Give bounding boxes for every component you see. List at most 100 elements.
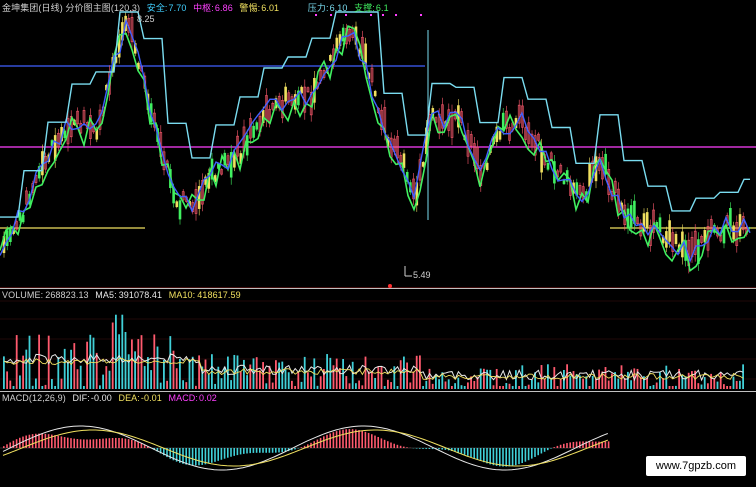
price-chart-panel[interactable]: 金坤集团(日线) 分价图主图(120,3) 安全:7.70 中枢:6.86 警惕… — [0, 0, 756, 288]
dif-value: -0.00 — [90, 393, 112, 403]
volume-bar — [31, 385, 34, 389]
volume-bar — [467, 382, 469, 389]
macd-histogram-bar — [275, 448, 277, 453]
macd-histogram-bar — [511, 448, 514, 466]
macd-histogram-bar — [76, 439, 79, 448]
price-chart[interactable] — [0, 0, 756, 288]
macd-histogram-bar — [326, 434, 328, 448]
volume-bar — [9, 380, 12, 389]
macd-histogram-bar — [268, 448, 271, 453]
macd-histogram-bar — [115, 437, 117, 448]
macd-histogram-bar — [460, 448, 463, 454]
volume-bar — [79, 365, 82, 389]
volume-bar — [729, 386, 732, 389]
volume-bar — [230, 380, 232, 389]
volume-bar — [713, 378, 716, 389]
volume-bar — [262, 362, 264, 389]
dif-label: DIF: — [72, 393, 90, 403]
volume-bar — [134, 351, 136, 389]
volume-value: 268823.13 — [45, 290, 89, 300]
volume-bar — [172, 350, 175, 389]
macd-histogram-bar — [505, 448, 507, 467]
high-price-label: 8.25 — [137, 14, 155, 24]
candle-body — [668, 220, 671, 242]
volume-bar — [659, 372, 661, 389]
volume-bar — [243, 359, 245, 389]
macd-histogram-bar — [57, 435, 59, 448]
dea-value: -0.01 — [140, 393, 162, 403]
volume-bar — [166, 380, 168, 389]
macd-indicator-header: MACD(12,26,9) DIF:-0.00 DEA:-0.01 MACD:0… — [2, 393, 221, 403]
volume-bar — [294, 386, 296, 389]
volume-bar — [726, 386, 728, 389]
macd-histogram-bar — [383, 439, 386, 448]
macd-histogram-bar — [89, 439, 91, 448]
volume-bar — [457, 377, 460, 389]
macd-histogram-bar — [335, 431, 338, 448]
volume-chart[interactable] — [0, 289, 756, 391]
volume-bar — [188, 359, 191, 389]
macd-chart-panel[interactable]: MACD(12,26,9) DIF:-0.00 DEA:-0.01 MACD:0… — [0, 392, 756, 487]
volume-bar — [399, 360, 402, 389]
volume-bar — [121, 314, 124, 389]
macd-histogram-bar — [374, 435, 376, 448]
volume-bar — [51, 379, 53, 389]
macd-histogram-bar — [102, 438, 104, 448]
candle-body — [284, 86, 287, 102]
macd-histogram-bar — [63, 437, 66, 448]
macd-value-label: MACD: — [168, 393, 198, 403]
candle-body — [364, 43, 367, 65]
candle-body — [674, 233, 678, 244]
volume-bar — [428, 368, 431, 389]
volume-bar — [502, 386, 504, 389]
candle-body — [245, 135, 249, 156]
macd-histogram-bar — [233, 448, 235, 456]
macd-histogram-bar — [591, 441, 594, 448]
volume-bar — [364, 356, 367, 389]
macd-histogram-bar — [278, 448, 280, 453]
ma10-label: MA10: — [168, 290, 196, 300]
volume-bar — [739, 380, 741, 389]
volume-bar — [742, 364, 744, 389]
safe-label: 安全: — [146, 3, 168, 13]
chart-title: 金坤集团(日线) 分价图主图(120,3) — [2, 3, 141, 13]
candle-body — [178, 200, 182, 220]
macd-histogram-bar — [86, 439, 88, 448]
macd-histogram-bar — [543, 448, 546, 452]
volume-bar — [415, 355, 418, 389]
macd-histogram-bar — [563, 443, 565, 448]
macd-histogram-bar — [527, 448, 530, 461]
volume-bar — [524, 386, 527, 389]
volume-chart-panel[interactable]: VOLUME: 268823.13 MA5: 391078.41 MA10: 4186… — [0, 289, 756, 391]
volume-bar — [255, 357, 258, 389]
candle-body — [252, 125, 255, 138]
volume-bar — [499, 386, 501, 389]
macd-histogram-bar — [121, 438, 123, 448]
macd-histogram-bar — [569, 442, 571, 448]
macd-histogram-bar — [524, 448, 527, 462]
macd-histogram-bar — [598, 441, 600, 448]
macd-histogram-bar — [220, 448, 223, 460]
volume-bar — [582, 378, 584, 389]
volume-bar — [569, 375, 572, 389]
macd-chart[interactable] — [0, 392, 756, 487]
volume-bar — [271, 382, 274, 389]
volume-bar — [707, 383, 709, 389]
volume-bar — [60, 378, 63, 389]
volume-bar — [19, 375, 21, 389]
macd-histogram-bar — [339, 430, 341, 448]
volume-bar — [95, 352, 98, 389]
candle-body — [658, 217, 662, 233]
macd-histogram-bar — [243, 448, 245, 454]
volume-bar — [12, 386, 15, 389]
volume-bar — [665, 365, 668, 389]
macd-histogram-bar — [550, 448, 552, 449]
macd-histogram-bar — [201, 448, 203, 465]
volume-bar — [374, 377, 376, 389]
macd-histogram-bar — [188, 448, 191, 466]
volume-bar — [175, 368, 178, 389]
candle-body — [498, 131, 502, 140]
volume-bar — [6, 371, 8, 389]
volume-bar — [214, 383, 216, 389]
volume-bar — [291, 380, 293, 389]
